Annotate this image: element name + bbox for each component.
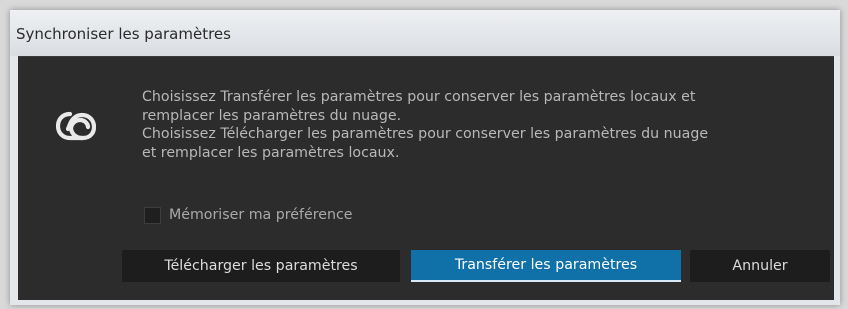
dialog-content: Choisissez Transférer les paramètres pou… xyxy=(18,56,834,300)
remember-preference-label[interactable]: Mémoriser ma préférence xyxy=(169,207,352,223)
remember-preference-checkbox[interactable] xyxy=(144,206,161,224)
dialog-message: Choisissez Transférer les paramètres pou… xyxy=(142,88,812,162)
message-line: et remplacer les paramètres locaux. xyxy=(142,144,400,161)
remember-preference-row[interactable]: Mémoriser ma préférence xyxy=(144,205,352,225)
message-line: Choisissez Télécharger les paramètres po… xyxy=(142,126,709,142)
title-bar[interactable]: Synchroniser les paramètres xyxy=(10,10,840,56)
download-settings-button[interactable]: Télécharger les paramètres xyxy=(122,250,400,282)
message-line: Choisissez Transférer les paramètres pou… xyxy=(142,89,696,105)
message-line: remplacer les paramètres du nuage. xyxy=(142,107,402,124)
upload-settings-button[interactable]: Transférer les paramètres xyxy=(411,250,681,282)
cancel-button[interactable]: Annuler xyxy=(690,250,830,282)
sync-settings-dialog: Synchroniser les paramètres Choisissez T… xyxy=(10,10,840,305)
creative-cloud-icon xyxy=(55,108,97,144)
window-title: Synchroniser les paramètres xyxy=(16,25,231,43)
